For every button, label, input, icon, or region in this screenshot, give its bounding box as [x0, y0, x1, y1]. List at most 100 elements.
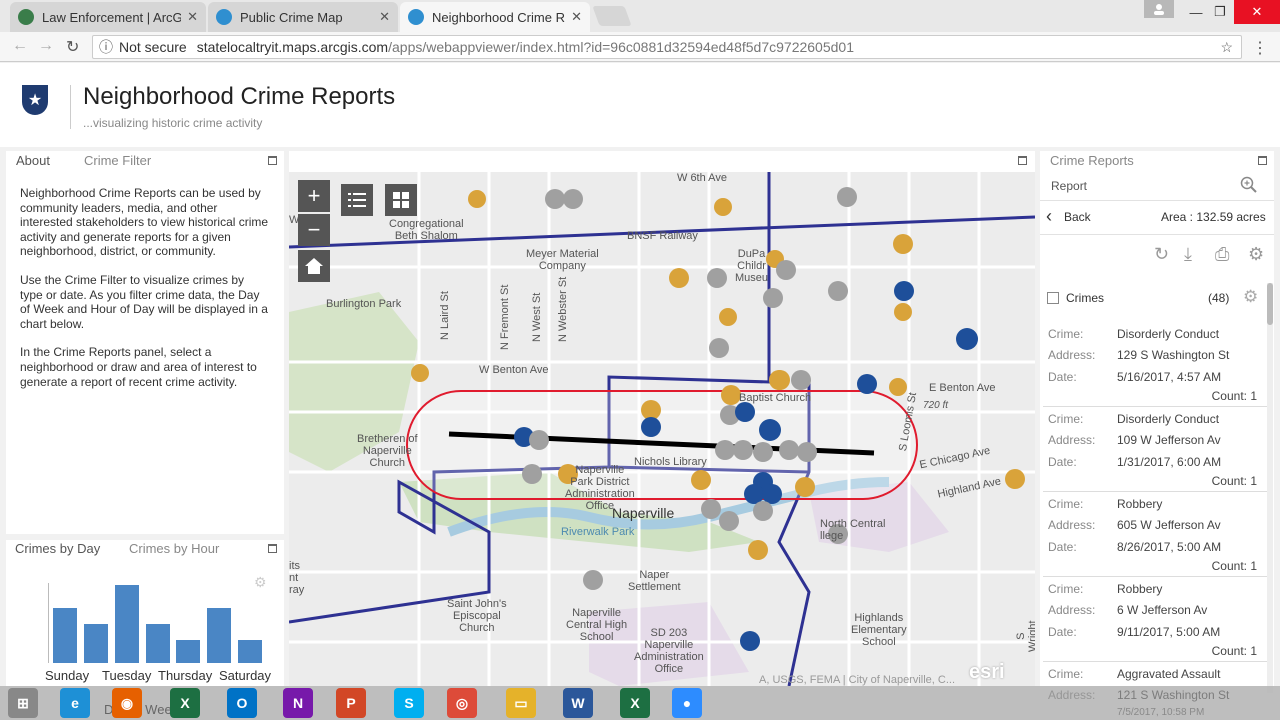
crime-marker	[701, 499, 721, 519]
taskbar-file-explorer-icon[interactable]: ▭	[506, 688, 536, 718]
crime-marker	[894, 281, 914, 301]
refresh-icon[interactable]: ↻	[1154, 244, 1169, 265]
menu-icon[interactable]: ⋮	[1252, 38, 1268, 58]
map-canvas[interactable]	[289, 172, 1035, 686]
map-label: Riverwalk Park	[561, 526, 635, 538]
crime-marker	[889, 378, 907, 396]
esri-logo: esri	[969, 661, 1005, 683]
maximize-panel-icon[interactable]	[268, 544, 277, 553]
crime-count: Count: 1	[1211, 644, 1257, 658]
close-icon[interactable]: ✕	[1234, 0, 1280, 24]
field-label: Address:	[1048, 603, 1096, 617]
chart-bar-wednesday[interactable]	[145, 624, 170, 663]
reload-icon[interactable]: ↻	[66, 37, 79, 57]
crime-marker	[529, 430, 549, 450]
taskbar-outlook-icon[interactable]: O	[227, 688, 257, 718]
crime-marker	[740, 631, 760, 651]
taskbar-word-icon[interactable]: W	[563, 688, 593, 718]
crime-marker	[893, 234, 913, 254]
back-button[interactable]: Back	[1064, 210, 1091, 224]
crime-marker	[522, 464, 542, 484]
chart-bar-saturday[interactable]	[238, 639, 263, 663]
crime-type: Disorderly Conduct	[1117, 412, 1220, 426]
taskbar-internet-explorer-icon[interactable]: e	[60, 688, 90, 718]
divider	[1043, 661, 1267, 662]
panel-title: Crime Reports	[1050, 153, 1134, 168]
url-path: /apps/webappviewer/index.html?id=96c0881…	[388, 39, 854, 55]
map-label: S Wright	[1015, 620, 1035, 652]
taskbar-excel-icon[interactable]: X	[170, 688, 200, 718]
user-icon[interactable]	[1144, 0, 1174, 18]
url-bar[interactable]: ⓘ Not secure statelocaltryit.maps.arcgis…	[92, 35, 1242, 59]
scrollbar-thumb[interactable]	[1267, 283, 1273, 325]
tab-law-enforcement[interactable]: Law Enforcement | ArcGIS ✕	[10, 2, 206, 32]
field-label: Date:	[1048, 455, 1077, 469]
crimes-group-header[interactable]: Crimes (48) ⚙	[1043, 283, 1267, 315]
chart-bar-sunday[interactable]	[53, 608, 77, 663]
taskbar-start-icon[interactable]: ⊞	[8, 688, 38, 718]
download-icon[interactable]: ⤓	[1184, 244, 1192, 265]
chart-bar-tuesday[interactable]	[114, 585, 139, 663]
crime-marker	[714, 198, 732, 216]
chevron-left-icon[interactable]: ‹	[1046, 206, 1052, 227]
divider	[1040, 234, 1274, 235]
star-icon[interactable]: ☆	[1220, 39, 1233, 56]
taskbar-chrome-icon[interactable]: ◎	[447, 688, 477, 718]
maximize-panel-icon[interactable]	[1018, 156, 1027, 165]
map-label: Bretheren of Naperville Church	[357, 433, 418, 469]
crime-marker	[715, 440, 735, 460]
info-icon[interactable]: ⓘ	[99, 37, 113, 57]
tab-crime-filter[interactable]: Crime Filter	[84, 153, 151, 168]
new-tab-button[interactable]	[592, 6, 632, 26]
field-label: Crime:	[1048, 667, 1084, 681]
globe-icon	[18, 9, 34, 25]
maximize-panel-icon[interactable]	[268, 156, 277, 165]
browser-tabstrip: Law Enforcement | ArcGIS ✕ Public Crime …	[0, 0, 1280, 32]
x-tick-label: Tuesday	[102, 668, 152, 683]
maximize-panel-icon[interactable]	[1258, 156, 1267, 165]
arrow-left-icon[interactable]: ←	[12, 37, 28, 55]
crime-type: Robbery	[1117, 497, 1163, 511]
chart-bar-friday[interactable]	[207, 608, 232, 663]
home-icon[interactable]	[298, 250, 330, 282]
map-label: Congregational Beth Shalom	[389, 218, 464, 242]
print-icon[interactable]: ⎙	[1215, 244, 1229, 265]
gear-icon[interactable]: ⚙	[1243, 287, 1258, 307]
close-tab-icon[interactable]: ✕	[379, 9, 390, 25]
close-tab-icon[interactable]: ✕	[187, 9, 198, 25]
tab-about[interactable]: About	[16, 153, 50, 168]
tab-crimes-by-hour[interactable]: Crimes by Hour	[129, 541, 219, 556]
arrow-right-icon[interactable]: →	[38, 37, 54, 55]
field-label: Crime:	[1048, 327, 1084, 341]
tab-public-crime-map[interactable]: Public Crime Map ✕	[208, 2, 398, 32]
crime-address: 6 W Jefferson Av	[1117, 603, 1208, 617]
map-label: its nt ray	[289, 560, 305, 596]
tab-neighborhood-crime-reports[interactable]: Neighborhood Crime Rep ✕	[400, 2, 590, 32]
taskbar-excel-2-icon[interactable]: X	[620, 688, 650, 718]
close-tab-icon[interactable]: ✕	[571, 9, 582, 25]
map-label: North Central llege	[820, 518, 886, 542]
crime-date: 5/16/2017, 4:57 AM	[1117, 370, 1222, 384]
crime-marker	[763, 288, 783, 308]
chart-bar-thursday[interactable]	[176, 639, 201, 663]
zoom-icon[interactable]	[1240, 176, 1258, 199]
scrollbar[interactable]	[1267, 283, 1273, 693]
grid-icon[interactable]	[385, 184, 417, 216]
taskbar-onenote-icon[interactable]: N	[283, 688, 313, 718]
taskbar-powerpoint-icon[interactable]: P	[336, 688, 366, 718]
crimes-checkbox[interactable]	[1047, 292, 1059, 304]
list-icon[interactable]	[341, 184, 373, 216]
zoom-in-button[interactable]: +	[298, 180, 330, 212]
map-view[interactable]: W 6th Ave Congregational Beth Shalom Mey…	[289, 172, 1035, 686]
chart-bar-monday[interactable]	[83, 624, 108, 663]
tab-crimes-by-day[interactable]: Crimes by Day	[15, 541, 100, 556]
taskbar-firefox-icon[interactable]: ◉	[112, 688, 142, 718]
crime-marker	[837, 187, 857, 207]
field-label: Crime:	[1048, 497, 1084, 511]
taskbar-zoom-icon[interactable]: ●	[672, 688, 702, 718]
crime-count: Count: 1	[1211, 559, 1257, 573]
gear-icon[interactable]: ⚙	[1248, 244, 1264, 265]
taskbar-skype-icon[interactable]: S	[394, 688, 424, 718]
zoom-out-button[interactable]: −	[298, 214, 330, 246]
crime-marker	[721, 385, 741, 405]
